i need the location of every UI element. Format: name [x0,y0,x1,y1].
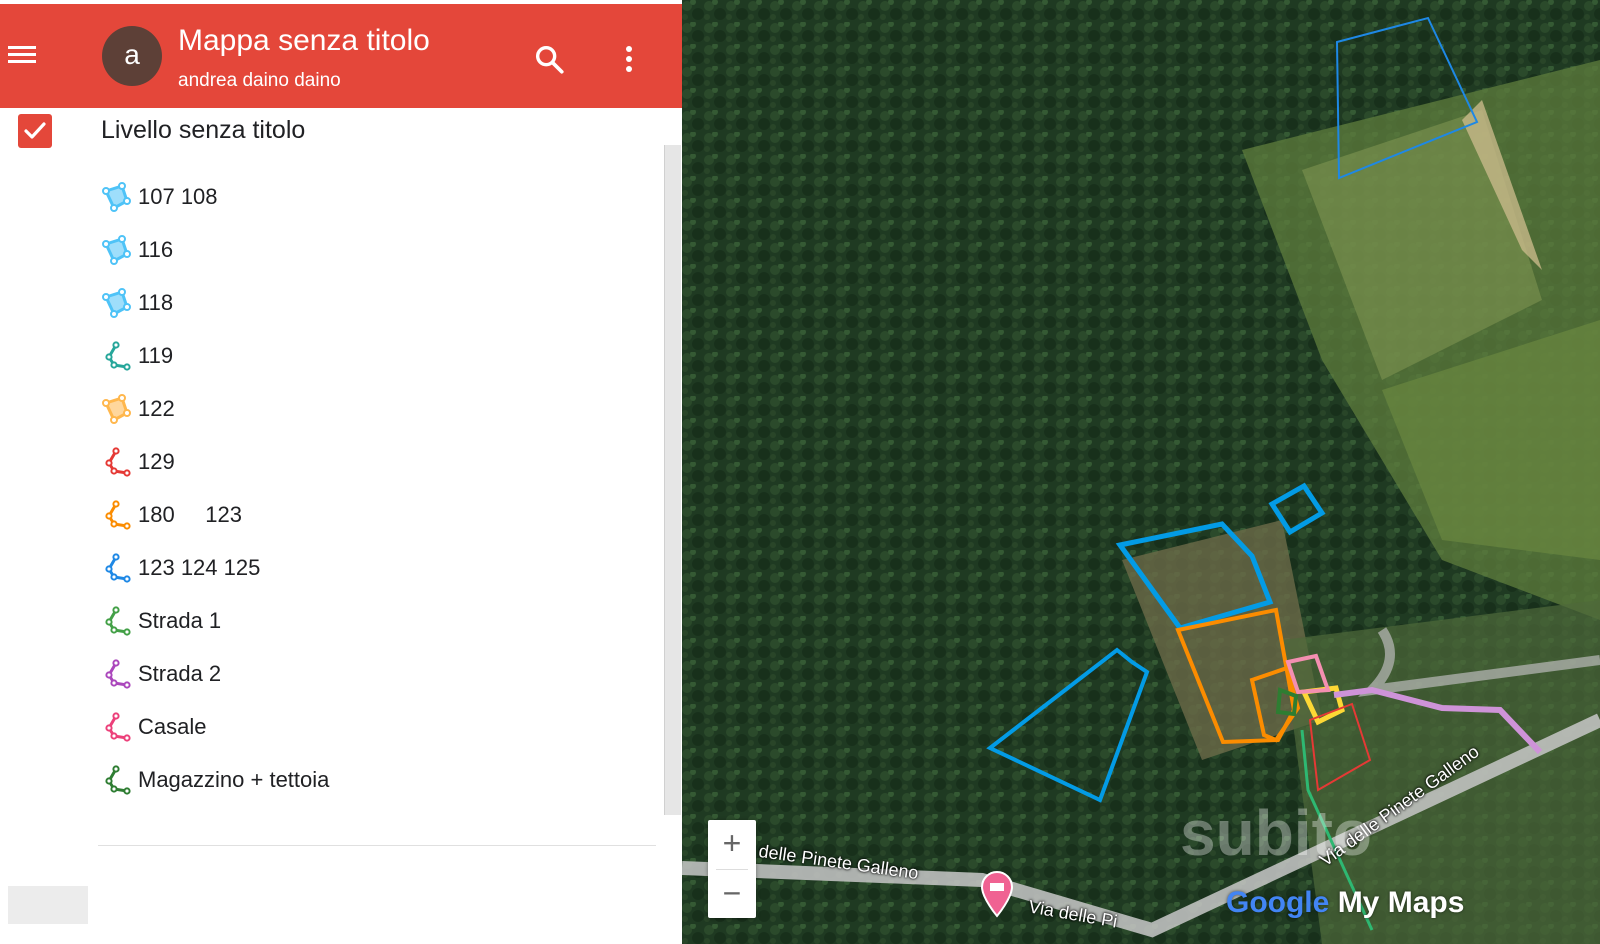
feature-label: 107 108 [138,183,218,209]
polygon-icon [102,287,131,318]
polygon-icon [102,393,131,424]
feature-label: 123 124 125 [138,554,261,580]
check-icon [24,122,46,139]
line-icon [105,499,131,530]
feature-item[interactable]: 123 124 125 [100,541,640,594]
polygon-icon [102,234,131,265]
watermark: subito [1180,797,1372,869]
panel-footer [8,886,88,924]
map-title[interactable]: Mappa senza titolo [178,24,430,58]
zoom-out-button[interactable]: − [708,870,756,919]
zoom-in-button[interactable]: + [708,820,756,869]
feature-list: 107 108 116 118 119 122 129 180 123 123 124 125… [100,170,640,806]
line-icon [105,658,131,689]
feature-item[interactable]: 119 [100,329,640,382]
line-icon [105,711,131,742]
layer-name[interactable]: Livello senza titolo [101,116,305,145]
feature-item[interactable]: 107 108 [100,170,640,223]
more-vert-icon[interactable] [618,42,640,76]
hamburger-menu-icon[interactable] [4,42,38,70]
feature-item[interactable]: 116 [100,223,640,276]
line-icon [105,340,131,371]
satellite-map[interactable]: delle Pinete Galleno Via delle Pi Via de… [682,0,1600,944]
polygon-icon [102,181,131,212]
map-owner: andrea daino daino [178,70,341,91]
feature-label: Casale [138,713,207,739]
feature-item[interactable]: Magazzino + tettoia [100,753,640,806]
app-bar: a Mappa senza titolo andrea daino daino [0,4,682,108]
line-icon [105,552,131,583]
map-canvas [682,0,1600,944]
feature-item[interactable]: Casale [100,700,640,753]
feature-label: 180 123 [138,501,242,527]
feature-item[interactable]: 122 [100,382,640,435]
feature-label: 119 [138,342,174,368]
zoom-control: + − [708,820,756,918]
feature-label: 122 [138,395,175,421]
line-icon [105,764,131,795]
my-maps-logo: My Maps [1337,886,1465,919]
layer-panel: Livello senza titolo 107 108 116 118 119 122… [0,108,682,944]
scrollbar[interactable] [664,145,681,815]
feature-label: 118 [138,289,174,315]
search-icon[interactable] [532,42,566,76]
feature-item[interactable]: 118 [100,276,640,329]
feature-item[interactable]: Strada 2 [100,647,640,700]
feature-item[interactable]: 129 [100,435,640,488]
feature-label: Strada 1 [138,607,222,633]
line-icon [105,446,131,477]
avatar[interactable]: a [102,26,162,86]
divider [98,845,656,846]
layer-checkbox[interactable] [18,114,52,148]
feature-label: Strada 2 [138,660,222,686]
feature-label: 116 [138,236,174,262]
attribution: Google My Maps [1226,886,1464,920]
google-logo: Google [1226,886,1330,919]
line-icon [105,605,131,636]
feature-label: 129 [138,448,175,474]
lodging-pin-icon[interactable] [980,870,1014,918]
feature-item[interactable]: Strada 1 [100,594,640,647]
feature-label: Magazzino + tettoia [138,766,330,792]
feature-item[interactable]: 180 123 [100,488,640,541]
